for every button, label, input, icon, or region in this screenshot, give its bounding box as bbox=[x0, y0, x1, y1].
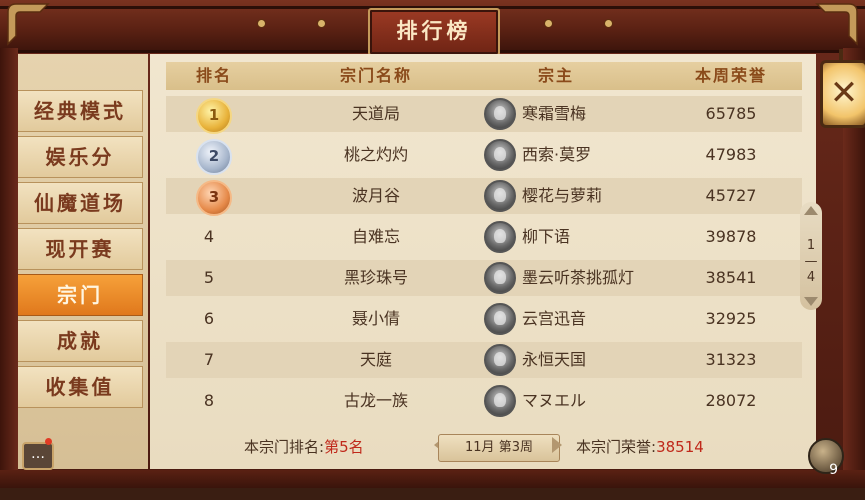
my-honor-value: 38514 bbox=[656, 438, 704, 456]
my-rank-label: 本宗门排名: bbox=[244, 438, 325, 456]
leader-name: 柳下语 bbox=[522, 227, 571, 246]
corner-ornament-icon bbox=[815, 3, 858, 46]
page-indicator: 1—4 bbox=[800, 202, 822, 310]
leader-name: 云宫迅音 bbox=[522, 309, 587, 328]
page-title: 排行榜 bbox=[368, 8, 500, 56]
sect-name: 自难忘 bbox=[351, 227, 400, 246]
weekly-honor: 38541 bbox=[705, 268, 757, 287]
my-sect-rank: 本宗门排名:第5名 bbox=[244, 432, 364, 462]
notification-dot bbox=[45, 438, 52, 445]
sect-name: 黑珍珠号 bbox=[343, 268, 408, 287]
nail-decoration bbox=[258, 20, 265, 27]
leader-avatar bbox=[484, 221, 516, 253]
rank-number: 7 bbox=[203, 350, 215, 369]
header-rank: 排名 bbox=[195, 66, 232, 85]
close-button[interactable]: ✕ bbox=[820, 49, 865, 128]
rank-number: 6 bbox=[203, 309, 215, 328]
rank-number: 4 bbox=[203, 227, 215, 246]
table-row[interactable]: 8 古龙一族 マヌエル 28072 bbox=[166, 383, 802, 419]
leader-avatar bbox=[484, 262, 516, 294]
sidebar: 经典模式 娱乐分 仙魔道场 现开赛 宗门 成就 收集值 bbox=[18, 54, 148, 469]
leader-avatar bbox=[484, 139, 516, 171]
weekly-honor: 28072 bbox=[705, 391, 757, 410]
table-row[interactable]: 5 黑珍珠号 墨云听茶挑孤灯 38541 bbox=[166, 260, 802, 296]
total-pages: 4 bbox=[806, 270, 816, 285]
sidebar-item-classic-mode[interactable]: 经典模式 bbox=[18, 90, 143, 132]
table-row[interactable]: 3 波月谷 樱花与萝莉 45727 bbox=[166, 178, 802, 216]
bronze-medal-icon: 3 bbox=[196, 180, 232, 216]
sect-name: 桃之灼灼 bbox=[343, 145, 408, 164]
leader-name: 永恒天国 bbox=[522, 350, 587, 369]
leader-name: 樱花与萝莉 bbox=[522, 186, 603, 205]
sect-name: 天庭 bbox=[359, 350, 392, 369]
table-row[interactable]: 4 自难忘 柳下语 39878 bbox=[166, 219, 802, 255]
weekly-honor: 31323 bbox=[705, 350, 757, 369]
close-icon: ✕ bbox=[829, 73, 859, 113]
frame-left bbox=[0, 48, 18, 488]
sect-name: 波月谷 bbox=[351, 186, 400, 205]
sidebar-item-collection[interactable]: 收集值 bbox=[18, 366, 143, 408]
leader-name: 西索·莫罗 bbox=[522, 145, 592, 164]
frame-bottom bbox=[0, 470, 865, 488]
next-week-button[interactable] bbox=[552, 437, 562, 453]
leader-avatar bbox=[484, 385, 516, 417]
nail-decoration bbox=[545, 20, 552, 27]
activity-badge-button[interactable]: 9 bbox=[808, 438, 844, 478]
ranking-panel: 排名 宗门名称 宗主 本周荣誉 1 天道局 寒霜雪梅 65785 2 桃之灼灼 … bbox=[150, 54, 816, 469]
weekly-honor: 39878 bbox=[705, 227, 757, 246]
rank-number: 5 bbox=[203, 268, 215, 287]
header-weekly-honor: 本周荣誉 bbox=[694, 66, 767, 85]
sidebar-item-live-match[interactable]: 现开赛 bbox=[18, 228, 143, 270]
nail-decoration bbox=[318, 20, 325, 27]
table-header: 排名 宗门名称 宗主 本周荣誉 bbox=[166, 62, 802, 90]
sidebar-item-entertainment[interactable]: 娱乐分 bbox=[18, 136, 143, 178]
chat-button[interactable]: … bbox=[22, 442, 54, 470]
leader-avatar bbox=[484, 180, 516, 212]
week-selector: 11月 第3周 bbox=[438, 434, 560, 462]
page-down-button[interactable] bbox=[804, 297, 818, 306]
leader-avatar bbox=[484, 344, 516, 376]
footer-summary: 本宗门排名:第5名 11月 第3周 本宗门荣誉:38514 bbox=[166, 432, 802, 462]
sect-name: 天道局 bbox=[351, 104, 400, 123]
my-honor-label: 本宗门荣誉: bbox=[576, 438, 657, 456]
header-leader: 宗主 bbox=[537, 66, 574, 85]
header-sect-name: 宗门名称 bbox=[339, 66, 412, 85]
table-row[interactable]: 2 桃之灼灼 西索·莫罗 47983 bbox=[166, 137, 802, 175]
leader-name: マヌエル bbox=[522, 391, 587, 410]
current-page: 1 bbox=[806, 238, 816, 253]
table-row[interactable]: 7 天庭 永恒天国 31323 bbox=[166, 342, 802, 378]
leader-avatar bbox=[484, 303, 516, 335]
weekly-honor: 47983 bbox=[705, 145, 757, 164]
leader-name: 墨云听茶挑孤灯 bbox=[522, 268, 635, 287]
page-up-button[interactable] bbox=[804, 206, 818, 215]
weekly-honor: 32925 bbox=[705, 309, 757, 328]
sidebar-item-sect[interactable]: 宗门 bbox=[18, 274, 143, 316]
weekly-honor: 45727 bbox=[705, 186, 757, 205]
sect-name: 聂小倩 bbox=[351, 309, 400, 328]
my-rank-value: 第5名 bbox=[324, 438, 364, 456]
gold-medal-icon: 1 bbox=[196, 98, 232, 134]
my-sect-honor: 本宗门荣誉:38514 bbox=[576, 432, 704, 462]
sect-name: 古龙一族 bbox=[343, 391, 408, 410]
nail-decoration bbox=[605, 20, 612, 27]
table-row[interactable]: 1 天道局 寒霜雪梅 65785 bbox=[166, 96, 802, 134]
page-number: 1—4 bbox=[804, 238, 818, 285]
table-row[interactable]: 6 聂小倩 云宫迅音 32925 bbox=[166, 301, 802, 337]
sidebar-item-achievement[interactable]: 成就 bbox=[18, 320, 143, 362]
leader-name: 寒霜雪梅 bbox=[522, 104, 587, 123]
corner-ornament-icon bbox=[7, 3, 50, 46]
silver-medal-icon: 2 bbox=[196, 139, 232, 175]
weekly-honor: 65785 bbox=[705, 104, 757, 123]
rank-number: 8 bbox=[203, 391, 215, 410]
leader-avatar bbox=[484, 98, 516, 130]
sidebar-item-arena[interactable]: 仙魔道场 bbox=[18, 182, 143, 224]
